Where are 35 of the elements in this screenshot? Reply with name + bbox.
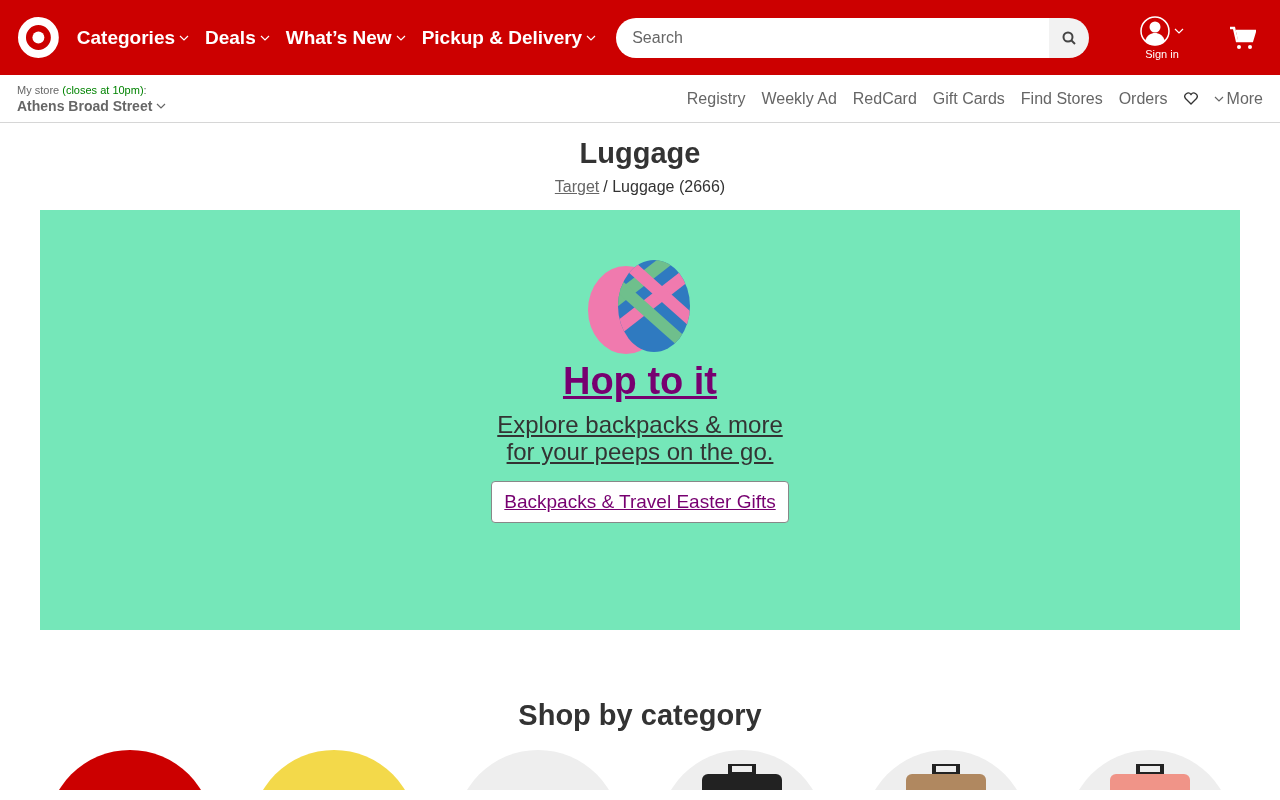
breadcrumb-current: / Luggage (2666)	[603, 178, 726, 196]
chevron-down-icon	[1213, 95, 1224, 102]
utility-link[interactable]: RedCard	[852, 89, 917, 108]
store-hours-text: My store (closes at 10pm):	[17, 83, 148, 96]
sign-in-button[interactable]: Sign in	[1134, 14, 1190, 61]
search-icon	[1062, 30, 1076, 45]
user-icon	[1140, 15, 1170, 46]
chevron-down-icon	[179, 34, 189, 41]
nav-menu-link[interactable]: Categories	[76, 26, 189, 49]
banner-cta-button[interactable]: Backpacks & Travel Easter Gifts	[491, 481, 789, 523]
chevron-down-icon	[586, 34, 597, 41]
chevron-down-icon	[259, 34, 270, 41]
banner-subtitle-link[interactable]: Explore backpacks & more for your peeps on the go.	[497, 411, 783, 465]
utility-link[interactable]: Find Stores	[1020, 89, 1103, 108]
chevron-down-icon	[395, 34, 406, 41]
nav-menu-link[interactable]: Deals	[205, 26, 270, 49]
page-title: Luggage	[578, 137, 702, 170]
utility-link[interactable]: Registry	[686, 89, 746, 108]
more-menu-link[interactable]: More	[1213, 89, 1263, 108]
heart-icon[interactable]	[1183, 92, 1198, 105]
utility-link[interactable]: Orders	[1118, 89, 1168, 108]
nav-menu-link[interactable]: Pickup & Delivery	[421, 26, 597, 49]
search-button[interactable]	[1049, 17, 1089, 58]
utility-link[interactable]: Weekly Ad	[761, 89, 837, 108]
breadcrumb-link[interactable]: Target	[554, 178, 600, 196]
search-field[interactable]: Search	[616, 17, 1049, 58]
chevron-down-icon	[156, 102, 167, 109]
cart-icon	[1230, 25, 1256, 50]
banner-headline-link[interactable]: Hop to it	[562, 360, 718, 403]
utility-link[interactable]: Gift Cards	[932, 89, 1005, 108]
bullseye-logo[interactable]	[18, 17, 59, 58]
chevron-down-icon	[1174, 27, 1184, 34]
store-selector[interactable]: Athens Broad Street	[17, 97, 167, 114]
nav-menu-link[interactable]: What’s New	[285, 26, 406, 49]
section-title: Shop by category	[517, 698, 763, 732]
